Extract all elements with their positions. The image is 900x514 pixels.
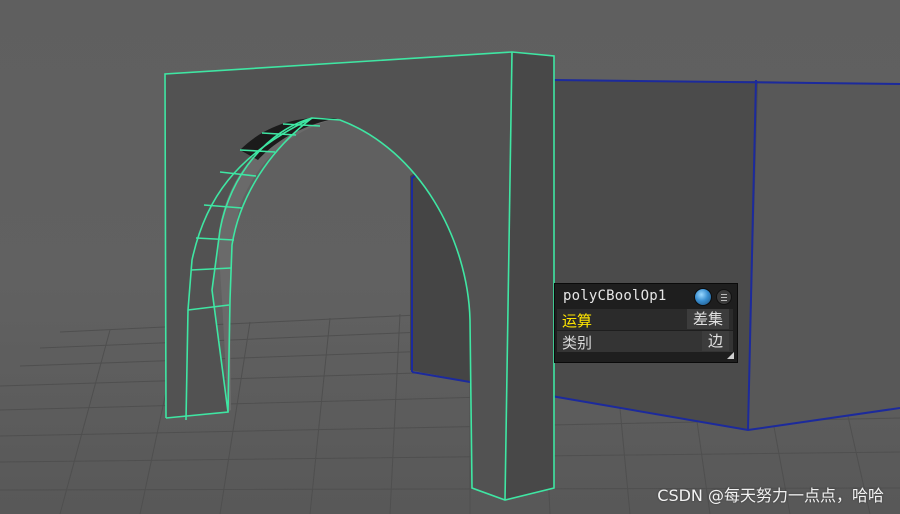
classification-label: 类别 xyxy=(562,334,593,352)
scene-canvas[interactable] xyxy=(0,0,900,514)
operation-row[interactable]: 运算 差集 xyxy=(557,309,733,330)
arch-mesh[interactable] xyxy=(164,51,555,501)
node-name-label: polyCBoolOp1 xyxy=(563,288,667,304)
classification-row[interactable]: 类别 边 xyxy=(557,331,733,352)
attribute-hud-panel[interactable]: polyCBoolOp1 运算 差集 类别 边 xyxy=(554,283,738,363)
classification-value[interactable]: 边 xyxy=(701,331,729,351)
menu-icon[interactable] xyxy=(716,289,732,305)
resize-grip-icon[interactable] xyxy=(727,352,734,359)
watermark: CSDN @每天努力一点点，哈哈 xyxy=(657,486,884,505)
operation-label: 运算 xyxy=(562,312,593,330)
sphere-icon[interactable] xyxy=(694,288,712,306)
3d-viewport[interactable]: polyCBoolOp1 运算 差集 类别 边 CSDN @每天努力一点点，哈哈 xyxy=(0,0,900,514)
operation-value[interactable]: 差集 xyxy=(686,309,729,329)
